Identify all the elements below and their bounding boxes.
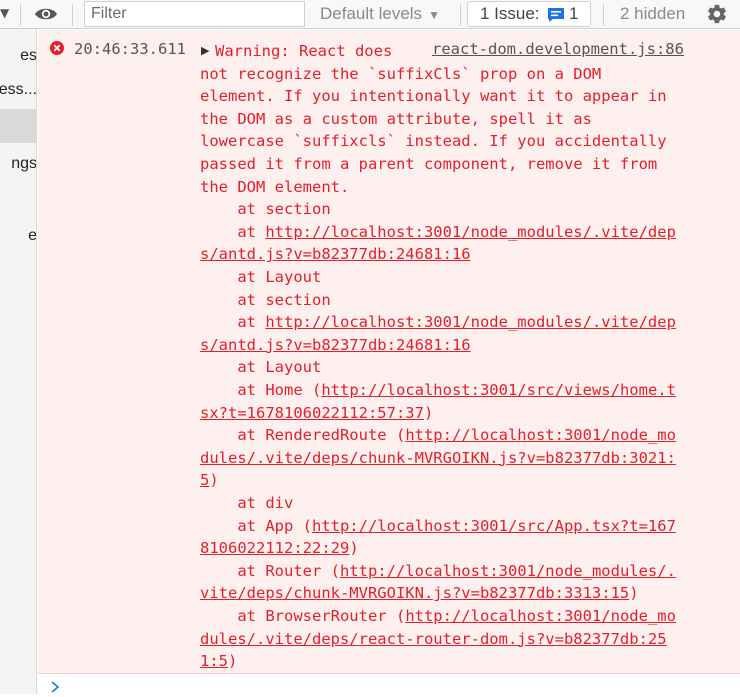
message-line: s/antd.js?v=b82377db:24681:16 (200, 243, 471, 266)
source-link[interactable]: react-dom.development.js:86 (432, 40, 684, 58)
filter-input[interactable] (85, 2, 304, 26)
issues-count: 1 (569, 4, 579, 23)
stack-trace-link[interactable]: dules/.vite/deps/react-router-dom.js?v=b… (200, 630, 667, 648)
stack-trace-link[interactable]: http://localhost:3001/src/views/home.t (321, 381, 676, 399)
expand-triangle-icon[interactable]: ▶ (201, 44, 209, 57)
stack-trace-link[interactable]: http://localhost:3001/node_mo (405, 426, 676, 444)
sidebar-item[interactable]: ess... (0, 73, 36, 107)
console-sidebar: es ess... ngs e (0, 29, 37, 694)
issue-message-icon (547, 7, 565, 28)
chevron-down-icon[interactable]: ▼ (0, 6, 9, 20)
message-timestamp: 20:46:33.611 (74, 40, 186, 58)
stack-trace-link[interactable]: dules/.vite/deps/chunk-MVRGOIKN.js?v=b82… (200, 449, 676, 467)
message-line: at Layout (200, 356, 321, 379)
message-text: at BrowserRouter ( (200, 607, 406, 625)
message-line: dules/.vite/deps/chunk-MVRGOIKN.js?v=b82… (200, 447, 676, 470)
issues-button[interactable]: 1 Issue: 1 (467, 1, 591, 27)
sidebar-item-selected[interactable] (0, 109, 36, 143)
message-text: ) (209, 471, 219, 490)
message-text: ) (349, 539, 359, 558)
message-line: the DOM element. (200, 176, 349, 199)
stack-trace-link[interactable]: http://localhost:3001/node_modules/.vite… (265, 223, 676, 241)
message-line: not recognize the `suffixCls` prop on a … (200, 63, 601, 86)
message-line: at section (200, 198, 331, 221)
stack-trace-link[interactable]: http://localhost:3001/node_modules/.vite… (265, 313, 676, 331)
message-text: element. If you intentionally want it to… (200, 87, 667, 106)
hidden-count-label: 2 hidden (620, 4, 686, 23)
prompt-chevron-icon (50, 678, 60, 697)
message-line: vite/deps/chunk-MVRGOIKN.js?v=b82377db:3… (200, 582, 639, 605)
stack-trace-link[interactable]: http://localhost:3001/src/App.tsx?t=167 (312, 517, 676, 535)
message-line: lowercase `suffixcls` instead. If you ac… (200, 130, 667, 153)
message-text: lowercase `suffixcls` instead. If you ac… (200, 132, 667, 151)
message-line: dules/.vite/deps/react-router-dom.js?v=b… (200, 628, 667, 651)
message-line: at Router (http://localhost:3001/node_mo… (200, 560, 676, 583)
message-text: at (200, 313, 266, 332)
message-line: at div (200, 492, 293, 515)
message-line: at http://localhost:3001/node_modules/.v… (200, 311, 676, 334)
message-line: at Home (http://localhost:3001/src/views… (200, 379, 676, 402)
console-toolbar: ▼ Default levels ▼ 1 Issue: 1 2 hidden (0, 0, 740, 29)
message-line: passed it from a parent component, remov… (200, 153, 657, 176)
message-line: at Layout (200, 266, 321, 289)
dropdown-arrow-icon: ▼ (428, 8, 440, 22)
message-line: element. If you intentionally want it to… (200, 85, 667, 108)
stack-trace-link[interactable]: s/antd.js?v=b82377db:24681:16 (200, 336, 471, 354)
message-text: Warning: React does (215, 42, 393, 60)
log-levels-dropdown[interactable]: Default levels ▼ (320, 4, 440, 24)
toolbar-divider (603, 4, 604, 26)
stack-trace-link[interactable]: http://localhost:3001/node_mo (405, 607, 676, 625)
message-text: at section (200, 200, 331, 219)
log-levels-label: Default levels (320, 4, 423, 23)
message-line: s/antd.js?v=b82377db:24681:16 (200, 334, 471, 357)
message-text: at Router ( (200, 561, 340, 580)
toolbar-divider (460, 4, 461, 26)
message-line: Warning: React does (215, 40, 392, 63)
message-text: at section (200, 290, 331, 309)
message-text: the DOM as a custom attribute, spell it … (200, 109, 592, 128)
toolbar-divider (20, 4, 21, 26)
message-text: at (200, 222, 266, 241)
issues-label: 1 Issue: (480, 4, 540, 23)
message-line: at BrowserRouter (http://localhost:3001/… (200, 605, 676, 628)
message-text: ) (423, 403, 434, 422)
stack-trace-link[interactable]: vite/deps/chunk-MVRGOIKN.js?v=b82377db:3… (200, 584, 629, 602)
message-text: at Home ( (200, 381, 322, 399)
toolbar-divider (72, 4, 73, 26)
filter-field[interactable] (84, 1, 305, 27)
stack-trace-link[interactable]: 5 (200, 471, 209, 489)
message-text: ) (629, 584, 639, 603)
message-text: at div (200, 494, 294, 512)
message-line: at http://localhost:3001/node_modules/.v… (200, 221, 676, 244)
message-text: the DOM element. (200, 177, 350, 196)
sidebar-item[interactable]: es (0, 39, 36, 73)
sidebar-item[interactable]: e (0, 219, 36, 253)
message-text: not recognize the `suffixCls` prop on a … (200, 64, 602, 83)
stack-trace-link[interactable]: s/antd.js?v=b82377db:24681:16 (200, 245, 471, 263)
stack-trace-link[interactable]: 8106022112:22:29 (200, 539, 349, 557)
message-line: 8106022112:22:29) (200, 537, 359, 560)
message-text: at App ( (200, 516, 312, 535)
message-line: 1:5) (200, 650, 237, 673)
message-text: at Layout (200, 268, 322, 286)
message-line: sx?t=1678106022112:57:37) (200, 402, 433, 425)
stack-trace-link[interactable]: sx?t=1678106022112:57:37 (200, 404, 424, 422)
message-text: at RenderedRoute ( (200, 426, 406, 445)
message-line: at RenderedRoute (http://localhost:3001/… (200, 424, 676, 447)
message-text: ) (228, 652, 238, 671)
eye-icon[interactable] (34, 6, 58, 26)
sidebar-item[interactable]: ngs (0, 147, 36, 181)
stack-trace-link[interactable]: 1:5 (200, 652, 228, 670)
message-line: at App (http://localhost:3001/src/App.ts… (200, 515, 676, 538)
message-line: at section (200, 289, 331, 312)
message-text: passed it from a parent component, remov… (200, 155, 658, 173)
error-circle-icon (50, 40, 64, 59)
gear-icon[interactable] (706, 3, 728, 29)
stack-trace-link[interactable]: http://localhost:3001/node_modules/. (340, 562, 676, 580)
message-text: at Layout (200, 358, 322, 377)
message-line: the DOM as a custom attribute, spell it … (200, 108, 592, 131)
message-line: 5) (200, 469, 219, 492)
